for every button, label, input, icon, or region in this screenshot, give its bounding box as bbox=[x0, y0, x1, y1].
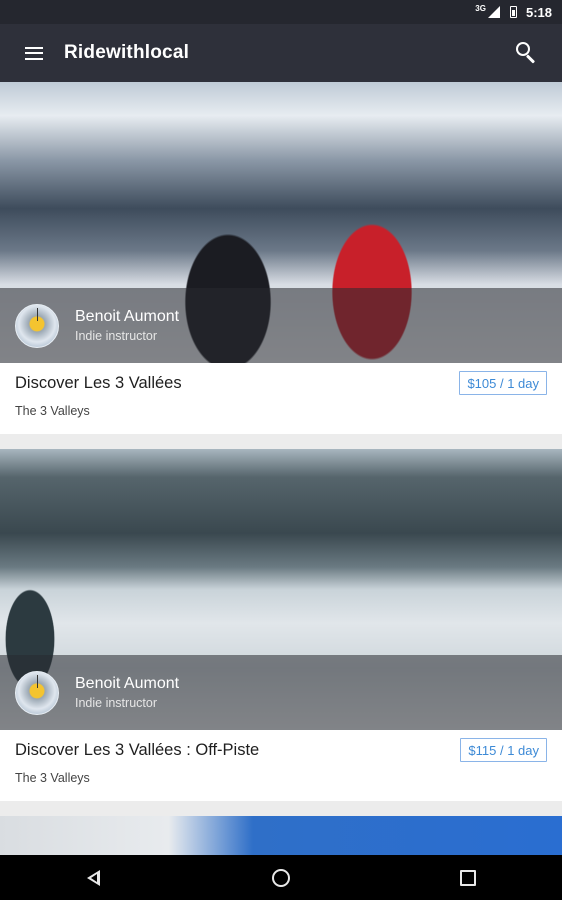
card-body: Discover Les 3 Vallées The 3 Valleys $10… bbox=[0, 363, 562, 434]
app-title: Ridewithlocal bbox=[64, 42, 190, 63]
course-title: Discover Les 3 Vallées : Off-Piste bbox=[15, 741, 260, 759]
back-button[interactable] bbox=[64, 855, 124, 900]
recents-button[interactable] bbox=[438, 855, 498, 900]
menu-icon[interactable] bbox=[25, 46, 43, 60]
course-location: The 3 Valleys bbox=[15, 404, 90, 418]
course-title: Discover Les 3 Vallées bbox=[15, 374, 182, 392]
course-card[interactable]: Benoit Aumont Indie instructor Discover … bbox=[0, 449, 562, 801]
battery-icon bbox=[509, 6, 517, 18]
network-type: 3G bbox=[475, 3, 486, 13]
app-bar: Ridewithlocal bbox=[0, 24, 562, 82]
avatar[interactable] bbox=[15, 670, 59, 715]
price-badge: $105 / 1 day bbox=[459, 371, 547, 395]
instructor-overlay: Benoit Aumont Indie instructor bbox=[0, 288, 562, 363]
instructor-role: Indie instructor bbox=[75, 329, 157, 343]
signal-icon bbox=[487, 6, 500, 18]
card-body: Discover Les 3 Vallées : Off-Piste The 3… bbox=[0, 730, 562, 801]
instructor-name: Benoit Aumont bbox=[75, 308, 180, 325]
instructor-overlay: Benoit Aumont Indie instructor bbox=[0, 655, 562, 730]
avatar[interactable] bbox=[15, 303, 59, 348]
course-photo[interactable] bbox=[0, 816, 562, 856]
instructor-name: Benoit Aumont bbox=[75, 675, 180, 692]
recents-icon bbox=[460, 869, 477, 886]
status-bar: 3G 5:18 bbox=[0, 0, 562, 24]
back-icon bbox=[87, 869, 101, 886]
course-location: The 3 Valleys bbox=[15, 771, 90, 785]
course-card[interactable]: Benoit Aumont Indie instructor Discover … bbox=[0, 82, 562, 434]
price-badge: $115 / 1 day bbox=[460, 738, 547, 762]
course-card[interactable] bbox=[0, 816, 562, 856]
status-time: 5:18 bbox=[525, 4, 552, 20]
instructor-role: Indie instructor bbox=[75, 696, 157, 710]
course-photo[interactable]: Benoit Aumont Indie instructor bbox=[0, 449, 562, 730]
home-icon bbox=[271, 868, 290, 887]
home-button[interactable] bbox=[251, 855, 311, 900]
search-icon[interactable] bbox=[515, 41, 539, 65]
navigation-bar bbox=[0, 855, 562, 900]
course-photo[interactable]: Benoit Aumont Indie instructor bbox=[0, 82, 562, 363]
